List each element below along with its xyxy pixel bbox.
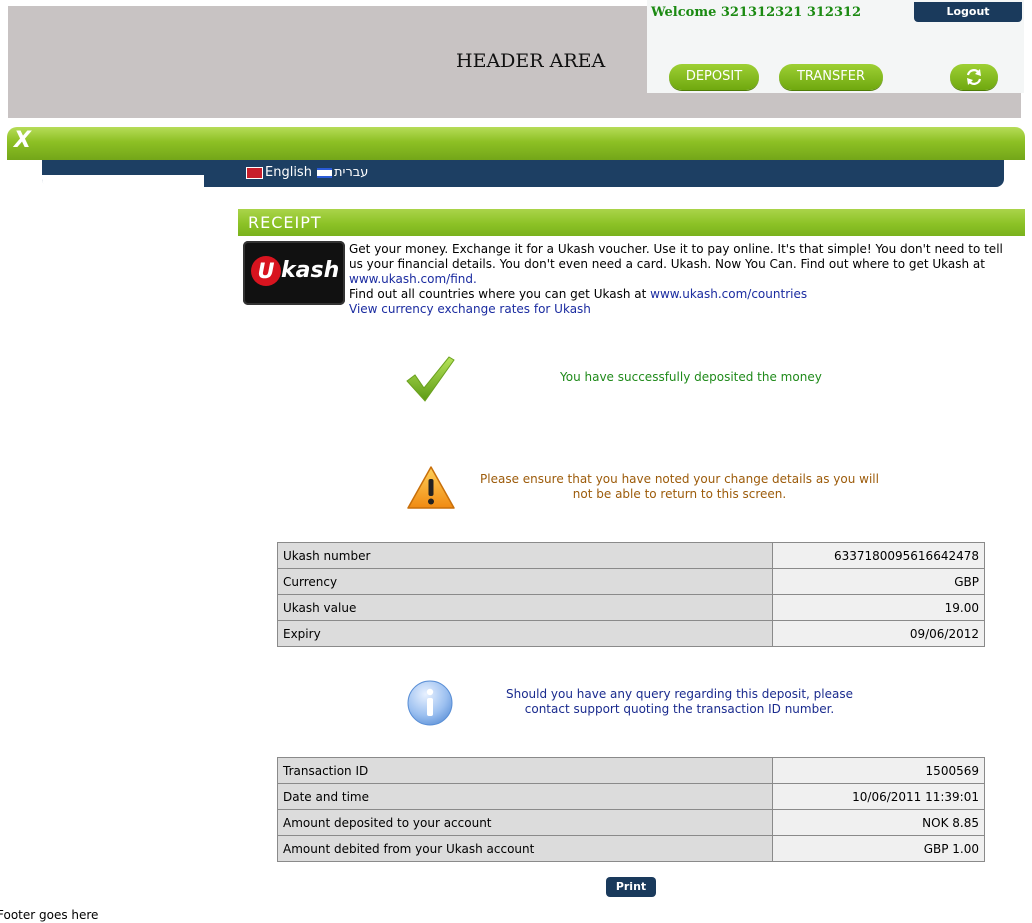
ukash-find-link[interactable]: www.ukash.com/find.	[349, 272, 477, 286]
ukash-logo-u: U	[251, 256, 281, 286]
row-label: Amount deposited to your account	[277, 809, 773, 836]
row-value: 1500569	[772, 757, 985, 784]
header-title: HEADER AREA	[456, 50, 606, 72]
israel-flag-icon	[317, 167, 332, 178]
warning-icon	[407, 466, 455, 509]
row-label: Currency	[277, 568, 773, 595]
ukash-countries-link[interactable]: www.ukash.com/countries	[650, 287, 807, 301]
table-row: Ukash value 19.00	[277, 594, 985, 621]
transaction-details-table: Transaction ID 1500569 Date and time 10/06…	[277, 757, 985, 862]
row-value: 19.00	[772, 594, 985, 621]
main-nav-bar	[7, 127, 1025, 160]
row-label: Ukash value	[277, 594, 773, 621]
row-value: NOK 8.85	[772, 809, 985, 836]
row-value: 10/06/2011 11:39:01	[772, 783, 985, 810]
receipt-title-bar	[238, 209, 1025, 236]
info-icon	[407, 680, 453, 726]
table-row: Transaction ID 1500569	[277, 757, 985, 784]
row-label: Expiry	[277, 620, 773, 647]
row-value: 6337180095616642478	[772, 542, 985, 569]
table-row: Date and time 10/06/2011 11:39:01	[277, 783, 985, 810]
ukash-intro: Get your money. Exchange it for a Ukash …	[349, 242, 1019, 317]
info-message: Should you have any query regarding this…	[505, 687, 854, 716]
logout-button[interactable]: Logout	[914, 2, 1022, 22]
receipt-title: RECEIPT	[248, 213, 322, 232]
transfer-button[interactable]: TRANSFER	[779, 64, 883, 90]
table-row: Expiry 09/06/2012	[277, 620, 985, 647]
deposit-button[interactable]: DEPOSIT	[669, 64, 759, 90]
row-label: Date and time	[277, 783, 773, 810]
row-value: GBP	[772, 568, 985, 595]
refresh-button[interactable]	[950, 64, 998, 90]
checkmark-icon	[406, 356, 455, 402]
language-hebrew-link[interactable]: עברית	[317, 165, 368, 180]
print-button[interactable]: Print	[606, 877, 656, 897]
countries-text: Find out all countries where you can get…	[349, 287, 647, 301]
ukash-logo-kash: kash	[281, 258, 340, 283]
table-row: Amount debited from your Ukash account GB…	[277, 835, 985, 862]
language-label: עברית	[334, 165, 369, 180]
footer-text: Footer goes here	[0, 908, 99, 922]
intro-text: Get your money. Exchange it for a Ukash …	[349, 242, 1003, 271]
success-message: You have successfully deposited the mone…	[560, 370, 822, 384]
language-label: English	[265, 165, 312, 180]
language-english-link[interactable]: English	[246, 165, 312, 180]
ukash-logo: U kash	[243, 241, 345, 305]
row-label: Transaction ID	[277, 757, 773, 784]
table-row: Currency GBP	[277, 568, 985, 595]
row-value: GBP 1.00	[772, 835, 985, 862]
ukash-details-table: Ukash number 6337180095616642478 Currency…	[277, 542, 985, 647]
uk-flag-icon	[246, 166, 263, 179]
table-row: Ukash number 6337180095616642478	[277, 542, 985, 569]
row-label: Ukash number	[277, 542, 773, 569]
welcome-text: Welcome 321312321 312312	[651, 5, 862, 20]
row-value: 09/06/2012	[772, 620, 985, 647]
refresh-arrows-icon	[966, 69, 982, 85]
table-row: Amount deposited to your account NOK 8.85	[277, 809, 985, 836]
x-logo[interactable]: X	[14, 128, 31, 153]
warning-message: Please ensure that you have noted your c…	[480, 472, 879, 501]
row-label: Amount debited from your Ukash account	[277, 835, 773, 862]
language-bar-notch	[42, 175, 204, 189]
exchange-rates-link[interactable]: View currency exchange rates for Ukash	[349, 302, 591, 316]
